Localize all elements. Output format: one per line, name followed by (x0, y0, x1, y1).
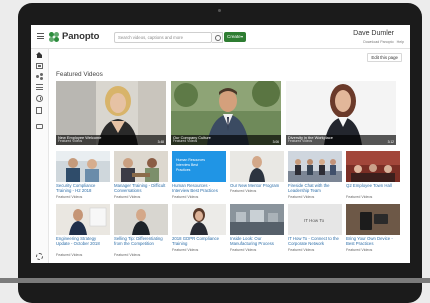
panopto-logo[interactable]: Panopto (49, 31, 99, 42)
video-folder: Featured Videos (346, 195, 373, 199)
video-card[interactable]: 2018 GDPR Compliance Training Featured V… (172, 204, 226, 260)
video-thumbnail[interactable] (56, 151, 110, 182)
video-card[interactable]: Engineering Strategy Update - October 20… (56, 204, 110, 260)
video-card[interactable]: Manager Training - Difficult Conversatio… (114, 151, 168, 201)
featured-video-card[interactable]: Diversity in the Workplace Featured Vide… (286, 81, 396, 145)
video-card[interactable]: Inside Look: Our Manufacturing Process F… (230, 204, 284, 260)
video-title[interactable]: Q2 Employee Town Hall (346, 183, 400, 188)
video-thumbnail[interactable] (346, 204, 400, 235)
video-folder: Featured Videos (230, 248, 257, 252)
library-icon[interactable] (36, 63, 43, 69)
user-name[interactable]: Dave Dumler (353, 30, 394, 37)
svg-text:IT How To: IT How To (304, 218, 325, 223)
video-card[interactable]: Selling Tip: Differentiating from the Co… (114, 204, 168, 260)
video-card[interactable]: Q2 Employee Town Hall Featured Videos (346, 151, 400, 201)
menu-icon[interactable] (37, 33, 44, 39)
video-thumbnail[interactable]: IT How To (288, 204, 342, 235)
video-title[interactable]: Engineering Strategy Update - October 20… (56, 236, 110, 246)
video-title[interactable]: Security Compliance Training - H2 2018 (56, 183, 110, 193)
search-input[interactable]: Search videos, captions and more (114, 32, 212, 43)
video-thumbnail[interactable] (288, 151, 342, 182)
video-folder: Featured Videos (114, 253, 141, 257)
video-folder: Featured Videos (173, 139, 198, 144)
video-title[interactable]: Selling Tip: Differentiating from the Co… (114, 236, 168, 246)
edit-page-button[interactable]: Edit this page (367, 53, 402, 62)
video-thumbnail[interactable] (56, 204, 110, 235)
video-card[interactable]: Our New Mentor Program Featured Videos (230, 151, 284, 201)
folder-icon[interactable] (36, 124, 43, 129)
svg-text:Human Resources: Human Resources (176, 158, 205, 162)
video-thumbnail[interactable]: Human Resources Interview Best Practices (172, 151, 226, 182)
video-caption: Our Company Culture Featured Videos (171, 134, 281, 145)
create-button[interactable]: Create (224, 32, 246, 42)
user-links: Download Panopto Help (363, 40, 404, 44)
video-duration: 3:12 (387, 140, 394, 144)
video-card[interactable]: IT How To IT How To - Connect to the Cor… (288, 204, 342, 260)
video-folder: Featured Videos (56, 195, 83, 199)
featured-video-card[interactable]: New Employee Welcome Featured Videos 3:4… (56, 81, 166, 145)
video-thumbnail[interactable] (172, 204, 226, 235)
list-icon[interactable] (36, 84, 43, 90)
video-card[interactable]: Fireside Chat with the Leadership Team F… (288, 151, 342, 201)
video-title[interactable]: IT How To - Connect to the Corporate Net… (288, 236, 342, 246)
video-folder: Featured Videos (288, 248, 315, 252)
video-card[interactable]: Human Resources Interview Best Practices H… (172, 151, 226, 201)
app-screen: Panopto Search videos, captions and more… (31, 25, 410, 263)
laptop-base (0, 278, 430, 283)
video-thumbnail[interactable] (114, 151, 168, 182)
video-card[interactable]: Security Compliance Training - H2 2018 F… (56, 151, 110, 201)
video-title[interactable]: Bring Your Own Device - Best Practices (346, 236, 400, 246)
featured-video-card[interactable]: Our Company Culture Featured Videos 3:06 (171, 81, 281, 145)
video-title[interactable]: Inside Look: Our Manufacturing Process (230, 236, 284, 246)
video-thumbnail[interactable] (114, 204, 168, 235)
video-folder: Featured Videos (172, 195, 199, 199)
video-duration: 3:48 (157, 140, 164, 144)
home-icon[interactable] (36, 52, 43, 58)
video-duration: 3:06 (272, 140, 279, 144)
video-folder: Featured Videos (114, 195, 141, 199)
settings-icon[interactable] (36, 253, 43, 260)
search-icon[interactable] (212, 32, 223, 43)
clock-icon[interactable] (36, 95, 43, 102)
panopto-logo-mark-icon (49, 31, 59, 42)
camera-dot (218, 9, 221, 12)
download-panopto-link[interactable]: Download Panopto (363, 40, 393, 44)
video-folder: Featured Videos (288, 139, 313, 144)
video-folder: Featured Videos (346, 248, 373, 252)
section-title: Featured Videos (56, 71, 103, 78)
video-title[interactable]: Human Resources - Interview Best Practic… (172, 183, 226, 193)
video-folder: Featured Videos (288, 195, 315, 199)
video-folder: Featured Videos (58, 139, 83, 144)
help-link[interactable]: Help (397, 40, 404, 44)
video-folder: Featured Videos (56, 253, 83, 257)
document-icon[interactable] (36, 107, 42, 114)
svg-text:Interview Best: Interview Best (176, 163, 198, 167)
sidebar (31, 49, 49, 263)
video-title[interactable]: Manager Training - Difficult Conversatio… (114, 183, 168, 193)
video-thumbnail[interactable] (230, 151, 284, 182)
main-content: Edit this page Featured Videos New Emplo… (49, 49, 410, 263)
video-folder: Featured Videos (172, 248, 199, 252)
video-card[interactable]: Bring Your Own Device - Best Practices F… (346, 204, 400, 260)
video-caption: New Employee Welcome Featured Videos (56, 134, 166, 145)
video-title[interactable]: Our New Mentor Program (230, 183, 284, 188)
app-name: Panopto (62, 31, 100, 42)
video-folder: Featured Videos (230, 189, 257, 193)
top-bar: Panopto Search videos, captions and more… (31, 25, 410, 49)
share-icon[interactable] (36, 73, 43, 79)
video-title[interactable]: Fireside Chat with the Leadership Team (288, 183, 342, 193)
video-thumbnail[interactable] (346, 151, 400, 182)
video-thumbnail[interactable] (230, 204, 284, 235)
video-caption: Diversity in the Workplace Featured Vide… (286, 134, 396, 145)
svg-text:Practices: Practices (176, 168, 191, 172)
video-title[interactable]: 2018 GDPR Compliance Training (172, 236, 226, 246)
